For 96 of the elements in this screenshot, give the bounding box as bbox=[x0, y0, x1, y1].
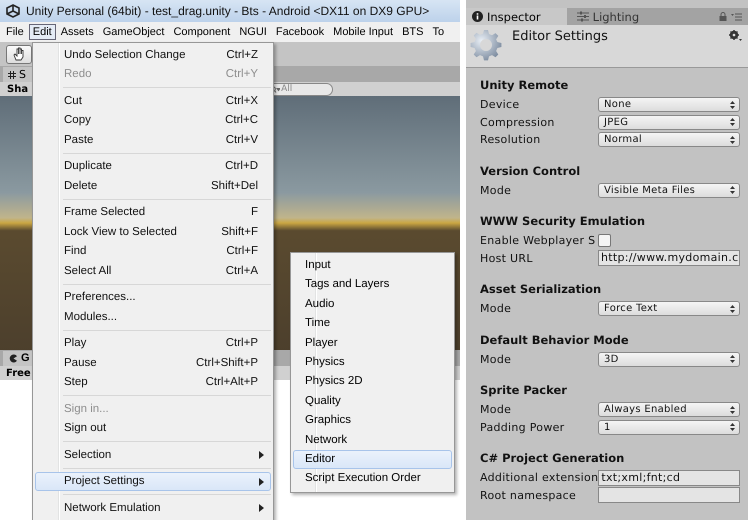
menu-item[interactable]: Tags and Layers bbox=[293, 275, 452, 295]
dropdown[interactable]: 3D bbox=[598, 352, 740, 367]
menu-icon[interactable] bbox=[731, 12, 742, 20]
field-label: Additional extension bbox=[480, 471, 598, 484]
section-heading: C# Project Generation bbox=[480, 450, 626, 466]
dropdown[interactable]: Always Enabled bbox=[598, 402, 740, 418]
panel-tab[interactable]: Inspector bbox=[466, 8, 567, 25]
menu-item[interactable]: Selection bbox=[35, 445, 271, 464]
menu-item[interactable]: Player bbox=[293, 334, 452, 353]
menu-item[interactable]: Physics bbox=[293, 352, 452, 372]
menu-item[interactable]: GameObject bbox=[98, 24, 168, 40]
checkbox[interactable] bbox=[598, 234, 611, 248]
up-down-arrows-icon bbox=[730, 406, 735, 414]
dropdown[interactable]: JPEG bbox=[598, 114, 740, 130]
section-heading: WWW Security Emulation bbox=[480, 213, 646, 229]
dropdown[interactable]: Visible Meta Files bbox=[598, 182, 740, 198]
menu-item[interactable]: Audio bbox=[293, 294, 452, 314]
dropdown[interactable]: Normal bbox=[598, 132, 740, 148]
inspector-title: Editor Settings bbox=[512, 29, 609, 44]
menu-item[interactable]: Network Emulation bbox=[35, 498, 271, 518]
menu-item[interactable]: To bbox=[428, 24, 448, 40]
menu-item[interactable]: Paste Ctrl+V bbox=[35, 130, 271, 150]
pacman-icon bbox=[9, 354, 18, 363]
up-down-arrows-icon bbox=[730, 118, 735, 126]
window-title: Unity Personal (64bit) - test_drag.unity - Bts - Android <DX11 on DX9 GPU> bbox=[26, 4, 430, 18]
field-label: Enable Webplayer S bbox=[480, 234, 596, 248]
field-label: Compression bbox=[480, 116, 556, 129]
up-down-arrows-icon bbox=[730, 186, 735, 194]
menu-item[interactable]: Graphics bbox=[293, 411, 452, 431]
menu-item[interactable]: Frame Selected F bbox=[35, 202, 271, 222]
menu-item[interactable]: BTS bbox=[398, 24, 428, 40]
menu-item[interactable]: Facebook bbox=[272, 24, 328, 40]
menu-item[interactable]: Edit bbox=[28, 24, 56, 40]
field-label: Mode bbox=[480, 302, 512, 316]
menu-item[interactable]: Select All Ctrl+A bbox=[35, 261, 271, 280]
dropdown[interactable]: 1 bbox=[598, 420, 740, 435]
up-down-arrows-icon bbox=[730, 136, 735, 144]
hand-tool-button[interactable] bbox=[6, 44, 32, 64]
section-heading: Version Control bbox=[480, 162, 582, 178]
sliders-icon bbox=[576, 11, 589, 22]
menu-item[interactable]: Editor bbox=[293, 450, 452, 470]
text-field[interactable] bbox=[598, 487, 740, 504]
menu-item[interactable]: Step Ctrl+Alt+P bbox=[35, 372, 271, 392]
menu-item[interactable]: Sign out bbox=[35, 418, 271, 438]
menu-item[interactable]: Copy Ctrl+C bbox=[35, 110, 271, 130]
field-label: Resolution bbox=[480, 133, 542, 146]
field-label: Mode bbox=[480, 403, 512, 416]
up-down-arrows-icon bbox=[730, 423, 735, 432]
info-icon bbox=[472, 11, 483, 22]
menu-item[interactable]: Mobile Input bbox=[329, 24, 398, 40]
field-label: Mode bbox=[480, 352, 512, 366]
menu-item[interactable]: Network bbox=[293, 430, 452, 450]
aspect-dropdown[interactable]: Free bbox=[6, 368, 31, 378]
up-down-arrows-icon bbox=[730, 355, 735, 364]
menu-item[interactable]: Undo Selection Change Ctrl+Z bbox=[35, 45, 271, 64]
menu-item[interactable]: Delete Shift+Del bbox=[35, 176, 271, 196]
field-label: Host URL bbox=[480, 252, 534, 265]
menu-item[interactable]: Physics 2D bbox=[293, 372, 452, 392]
menu-item[interactable]: Pause Ctrl+Shift+P bbox=[35, 353, 271, 372]
dropdown[interactable]: Force Text bbox=[598, 301, 740, 316]
grid-icon bbox=[8, 70, 16, 78]
field-label: Device bbox=[480, 98, 520, 112]
cube-logo-icon bbox=[6, 4, 20, 18]
menu-item[interactable]: Lock View to Selected Shift+F bbox=[35, 222, 271, 242]
up-down-arrows-icon bbox=[730, 304, 735, 313]
field-label: Root namespace bbox=[480, 488, 578, 502]
menu-item[interactable]: Play Ctrl+P bbox=[35, 334, 271, 353]
field-label: Mode bbox=[480, 184, 512, 197]
menu-item[interactable]: Preferences... bbox=[35, 288, 271, 307]
menu-item[interactable]: NGUI bbox=[235, 24, 271, 40]
menu-item[interactable]: Quality bbox=[293, 392, 452, 412]
text-field[interactable]: txt;xml;fnt;cd bbox=[598, 470, 740, 486]
panel-tab[interactable]: Lighting bbox=[570, 8, 646, 25]
menu-item[interactable]: Find Ctrl+F bbox=[35, 242, 271, 261]
section-heading: Sprite Packer bbox=[480, 382, 568, 398]
section-heading: Default Behavior Mode bbox=[480, 332, 630, 348]
gear-icon bbox=[470, 29, 502, 61]
field-label: Padding Power bbox=[480, 420, 566, 434]
lock-icon[interactable] bbox=[719, 12, 727, 21]
settings-icon[interactable] bbox=[729, 30, 742, 42]
menu-item[interactable]: Script Execution Order bbox=[293, 469, 452, 489]
hand-icon bbox=[12, 47, 26, 61]
up-down-arrows-icon bbox=[730, 100, 735, 109]
menu-item[interactable]: Component bbox=[169, 24, 234, 40]
menu-item[interactable]: Project Settings bbox=[35, 472, 271, 491]
dropdown[interactable]: None bbox=[598, 97, 740, 112]
menu-item[interactable]: File bbox=[2, 24, 28, 40]
menu-item[interactable]: Time bbox=[293, 314, 452, 334]
menu-item[interactable]: Assets bbox=[56, 24, 98, 40]
section-heading: Asset Serialization bbox=[480, 281, 602, 297]
menu-item[interactable]: Input bbox=[293, 256, 452, 276]
menu-item[interactable]: Duplicate Ctrl+D bbox=[35, 156, 271, 176]
section-heading: Unity Remote bbox=[480, 77, 570, 93]
scene-tab[interactable]: S bbox=[3, 67, 32, 82]
menu-item[interactable]: Modules... bbox=[35, 307, 271, 326]
text-field[interactable]: http://www.mydomain.c bbox=[598, 250, 740, 266]
